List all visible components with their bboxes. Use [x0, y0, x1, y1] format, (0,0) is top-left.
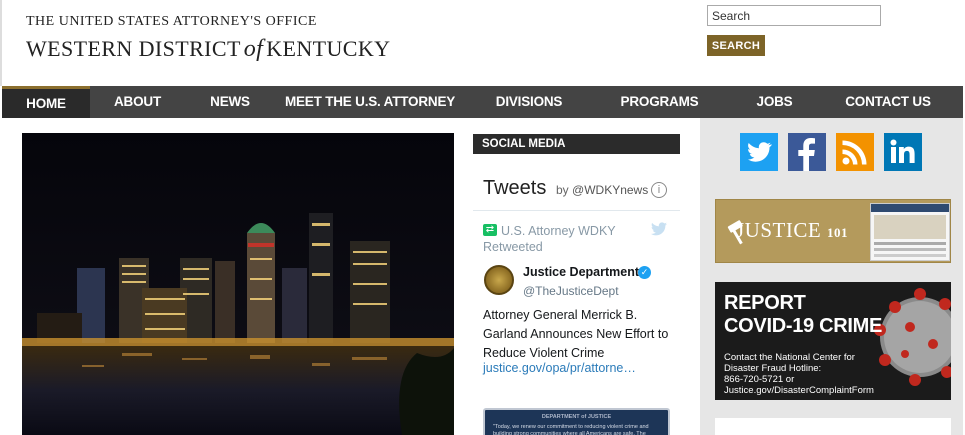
nav-meet-the-us-attorney[interactable]: MEET THE U.S. ATTORNEY: [275, 86, 465, 118]
covid-info-line3: 866-720-5721 or: [724, 374, 795, 385]
main-nav: HOME ABOUT NEWS MEET THE U.S. ATTORNEY D…: [2, 86, 963, 118]
tweets-title[interactable]: Tweets: [483, 177, 546, 200]
covid-info-line4: Justice.gov/DisasterComplaintForm: [724, 385, 874, 396]
justice-101-banner[interactable]: JUSTICE 101: [715, 199, 951, 263]
covid-info: Contact the National Center for Disaster…: [724, 352, 874, 396]
nav-divisions[interactable]: DIVISIONS: [465, 86, 593, 118]
logo-line2[interactable]: WESTERN DISTRICT of KENTUCKY: [26, 36, 390, 63]
hero-skyline-image: [22, 133, 454, 435]
covid-info-line2: Disaster Fraud Hotline:: [724, 363, 822, 374]
sidebar-next-widget: [715, 418, 951, 435]
linkedin-icon[interactable]: [884, 133, 922, 171]
nav-about[interactable]: ABOUT: [90, 86, 185, 118]
nav-programs[interactable]: PROGRAMS: [593, 86, 726, 118]
card-header: DEPARTMENT of JUSTICE: [541, 414, 612, 420]
logo-district: WESTERN DISTRICT: [26, 36, 241, 61]
skyline-illustration: [22, 133, 454, 435]
justice-dept-avatar[interactable]: [484, 265, 514, 295]
covid-info-line1: Contact the National Center for: [724, 352, 855, 363]
search-button[interactable]: SEARCH: [707, 35, 765, 56]
tweet-media-card[interactable]: DEPARTMENT of JUSTICE "Today, we renew o…: [483, 408, 670, 435]
nav-home[interactable]: HOME: [2, 86, 90, 118]
tweet-body: Attorney General Merrick B. Garland Anno…: [483, 308, 669, 360]
covid-title-line1: REPORT: [724, 292, 806, 314]
nav-news[interactable]: NEWS: [185, 86, 275, 118]
twitter-bird-icon[interactable]: [651, 222, 667, 236]
logo-of: of: [243, 36, 264, 62]
covid-crime-banner[interactable]: REPORT COVID-19 CRIME Contact the Nation…: [715, 282, 951, 400]
retweet-label[interactable]: U.S. Attorney WDKY Retweeted: [483, 223, 633, 255]
info-icon[interactable]: i: [651, 182, 667, 198]
facebook-icon[interactable]: [788, 133, 826, 171]
justice-number: 101: [826, 225, 848, 240]
social-media-header: SOCIAL MEDIA: [473, 134, 680, 154]
logo-state: KENTUCKY: [266, 36, 391, 61]
justice-word: JUSTICE: [736, 218, 822, 242]
tweets-handle-link[interactable]: @WDKYnews: [572, 183, 648, 197]
nav-contact-us[interactable]: CONTACT US: [823, 86, 953, 118]
justice-screenshot-thumbnail: [870, 203, 950, 261]
tweets-by-label: by: [556, 183, 569, 197]
logo-line1[interactable]: THE UNITED STATES ATTORNEY'S OFFICE: [26, 14, 317, 30]
tweets-by: by @WDKYnews: [556, 183, 648, 197]
site-header: THE UNITED STATES ATTORNEY'S OFFICE WEST…: [0, 0, 965, 86]
search-input[interactable]: [707, 5, 881, 26]
card-text: "Today, we renew our commitment to reduc…: [493, 424, 649, 435]
covid-title-line2: COVID-19 CRIME: [724, 315, 883, 337]
nav-jobs[interactable]: JOBS: [726, 86, 823, 118]
tweet-link[interactable]: justice.gov/opa/pr/attorne…: [483, 361, 636, 375]
rss-icon[interactable]: [836, 133, 874, 171]
covid-title: REPORT COVID-19 CRIME: [724, 292, 882, 338]
tweet-author-name[interactable]: Justice Department: [523, 265, 639, 279]
verified-icon: ✓: [638, 266, 651, 279]
tweet-divider: [473, 210, 680, 211]
retweet-icon: ⇄: [483, 224, 497, 236]
justice-101-title: JUSTICE 101: [736, 218, 848, 243]
tweet-author-handle[interactable]: @TheJusticeDept: [523, 284, 619, 298]
twitter-icon[interactable]: [740, 133, 778, 171]
